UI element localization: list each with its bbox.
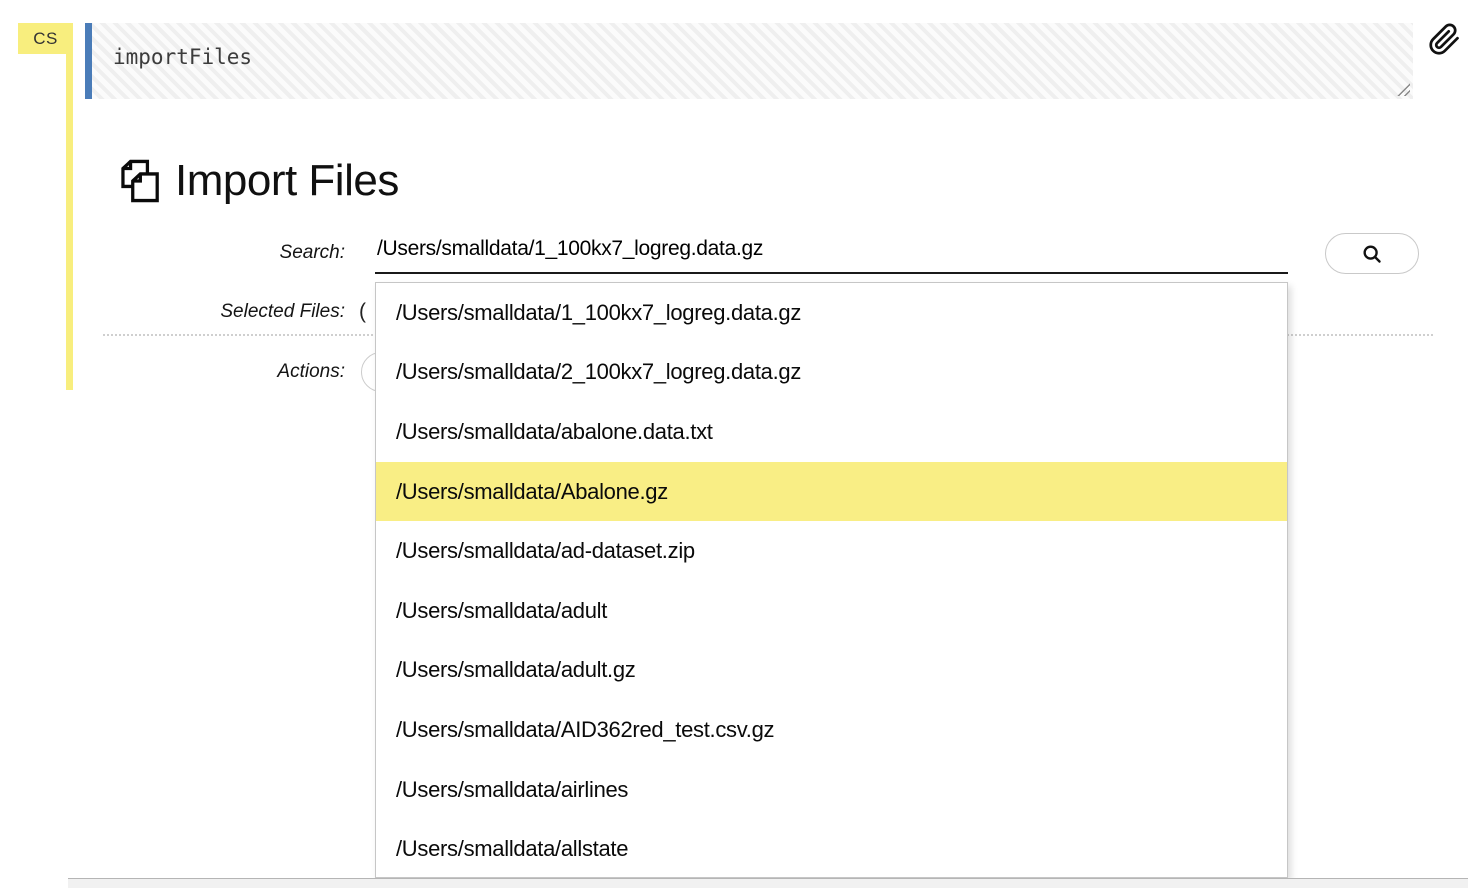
selected-files-value: ( [359,299,366,325]
page-header: Import Files [111,150,399,212]
dropdown-item[interactable]: /Users/smalldata/airlines [376,760,1287,820]
search-label: Search: [0,240,345,266]
dropdown-item[interactable]: /Users/smalldata/AID362red_test.csv.gz [376,700,1287,760]
dropdown-item[interactable]: /Users/smalldata/adult [376,581,1287,641]
files-icon [111,158,161,204]
dropdown-item[interactable]: /Users/smalldata/2_100kx7_logreg.data.gz [376,343,1287,403]
cell-bottom-divider [68,878,1468,888]
search-input[interactable] [375,230,1288,274]
page-title: Import Files [175,156,399,206]
resize-handle-icon[interactable] [1396,82,1410,96]
search-button[interactable] [1325,233,1419,274]
actions-label: Actions: [0,359,345,385]
search-icon [1361,243,1383,265]
paperclip-icon[interactable] [1428,23,1461,56]
dropdown-item[interactable]: /Users/smalldata/ad-dataset.zip [376,521,1287,581]
code-cell-input[interactable]: importFiles [113,45,252,69]
dropdown-item[interactable]: /Users/smalldata/Abalone.gz [376,462,1287,522]
dropdown-item[interactable]: /Users/smalldata/1_100kx7_logreg.data.gz [376,283,1287,343]
cell-selection-bar [66,23,73,390]
dropdown-item[interactable]: /Users/smalldata/adult.gz [376,641,1287,701]
flow-notebook: CS importFiles Import Files Search: Sele… [0,0,1468,888]
dropdown-item[interactable]: /Users/smalldata/allstate [376,819,1287,878]
dropdown-item[interactable]: /Users/smalldata/abalone.data.txt [376,402,1287,462]
cell-type-badge: CS [18,23,73,54]
code-cell[interactable]: importFiles [85,23,1413,99]
typeahead-dropdown: /Users/smalldata/1_100kx7_logreg.data.gz… [375,282,1288,878]
selected-files-label: Selected Files: [0,299,345,325]
